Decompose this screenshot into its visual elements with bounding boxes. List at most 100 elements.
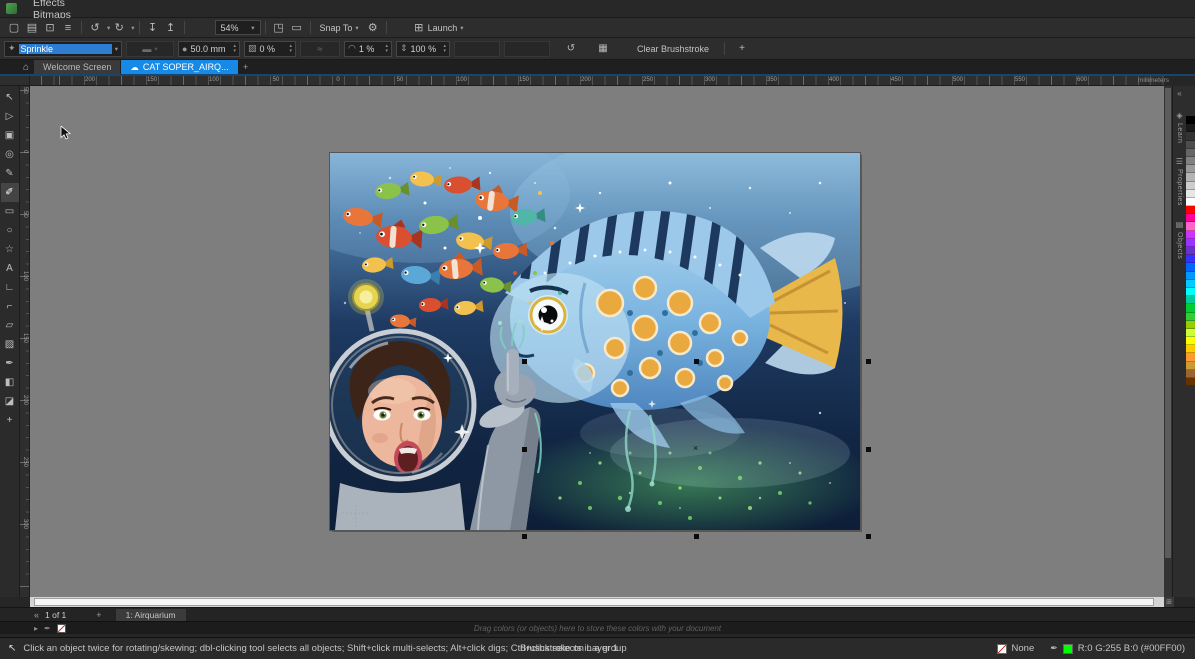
add-page-icon[interactable]: + bbox=[96, 610, 101, 620]
spinner[interactable]: ▴▾ bbox=[443, 44, 446, 53]
selection-center-mark[interactable]: × bbox=[693, 444, 698, 453]
zoom-level-combo[interactable]: 54% ▾ bbox=[215, 20, 261, 35]
palette-swatch[interactable] bbox=[1186, 263, 1195, 271]
transparency-field[interactable]: ▨ 0 % ▴▾ bbox=[244, 41, 296, 57]
tab-active-document[interactable]: ☁ CAT SOPER_AIRQ... bbox=[121, 60, 237, 74]
palette-swatch[interactable] bbox=[1186, 132, 1195, 140]
palette-swatch[interactable] bbox=[1186, 304, 1195, 312]
ruler-origin[interactable] bbox=[0, 76, 30, 86]
palette-swatch[interactable] bbox=[1186, 296, 1195, 304]
redo-caret-icon[interactable]: ▾ bbox=[131, 24, 134, 32]
outline-indicator[interactable]: ✒ R:0 G:255 B:0 (#00FF00) bbox=[1050, 643, 1185, 654]
spin-down-icon[interactable]: ▾ bbox=[289, 49, 292, 54]
airquarium-artwork[interactable] bbox=[330, 153, 860, 530]
palette-swatch[interactable] bbox=[1186, 149, 1195, 157]
brush-preset-combo[interactable]: ✦ Sprinkle ▾ bbox=[4, 41, 122, 57]
pan-view-icon[interactable]: ◳ bbox=[270, 20, 288, 36]
spin-down-icon[interactable]: ▾ bbox=[443, 49, 446, 54]
page-tab-airquarium[interactable]: 1: Airquarium bbox=[116, 609, 186, 621]
palette-swatch[interactable] bbox=[1186, 321, 1195, 329]
docker-tab-properties[interactable]: ☰ Properties bbox=[1176, 150, 1183, 213]
vertical-ruler[interactable]: 50050100150200250300 bbox=[20, 86, 30, 607]
selection-handle-top-left[interactable] bbox=[522, 359, 527, 364]
export-icon[interactable]: ↥ bbox=[162, 20, 180, 36]
home-icon[interactable]: ⌂ bbox=[18, 60, 34, 74]
reset-values-icon[interactable]: ↺ bbox=[562, 41, 580, 57]
document-navigator-icon[interactable]: ⊞ bbox=[1164, 597, 1174, 607]
docker-tab-objects[interactable]: ▤ Objects bbox=[1176, 213, 1184, 266]
add-preset-button[interactable]: + bbox=[733, 41, 751, 57]
horizontal-scrollbar[interactable] bbox=[30, 597, 1164, 607]
palette-swatch[interactable] bbox=[1186, 329, 1195, 337]
interactive-fill-tool[interactable]: ◧ bbox=[1, 373, 19, 392]
horizontal-scrollbar-thumb[interactable] bbox=[34, 598, 1154, 606]
eyedropper-tool[interactable]: ✒ bbox=[1, 354, 19, 373]
spinner[interactable]: ▴▾ bbox=[385, 44, 388, 53]
palette-swatch[interactable] bbox=[1186, 313, 1195, 321]
scale-field[interactable]: ⇕ 100 % ▴▾ bbox=[396, 41, 450, 57]
text-tool[interactable]: A bbox=[1, 259, 19, 278]
selection-handle-bottom-right[interactable] bbox=[866, 534, 871, 539]
transparency-tool[interactable]: ▨ bbox=[1, 335, 19, 354]
freehand-tool[interactable]: ✎ bbox=[1, 164, 19, 183]
selection-handle-bottom-center[interactable] bbox=[694, 534, 699, 539]
palette-swatch[interactable] bbox=[1186, 173, 1195, 181]
spin-down-icon[interactable]: ▾ bbox=[233, 49, 236, 54]
pick-tool[interactable]: ↖ bbox=[1, 88, 19, 107]
options-gear-icon[interactable]: ⚙ bbox=[364, 20, 382, 36]
palette-swatch[interactable] bbox=[1186, 337, 1195, 345]
shadow-tool[interactable]: ▱ bbox=[1, 316, 19, 335]
mesh-fill-tool[interactable]: ◪ bbox=[1, 392, 19, 411]
launch-button[interactable]: ⊞ Launch ▾ bbox=[405, 20, 469, 36]
vertical-scrollbar[interactable] bbox=[1164, 86, 1172, 597]
docker-tab-learn[interactable]: ◈ Learn bbox=[1176, 104, 1183, 150]
selection-handle-bottom-left[interactable] bbox=[522, 534, 527, 539]
undo-icon[interactable]: ↺ bbox=[86, 20, 104, 36]
palette-swatch[interactable] bbox=[1186, 378, 1195, 386]
palette-swatch[interactable] bbox=[1186, 370, 1195, 378]
save-document-icon[interactable]: ⊡ bbox=[41, 20, 59, 36]
zoom-tool[interactable]: ◎ bbox=[1, 145, 19, 164]
palette-swatch[interactable] bbox=[1186, 157, 1195, 165]
snap-to-button[interactable]: Snap To ▾ bbox=[315, 20, 364, 36]
new-document-icon[interactable]: ▢ bbox=[5, 20, 23, 36]
menu-item[interactable]: Effects bbox=[25, 0, 79, 9]
artistic-media-tool[interactable]: ✐ bbox=[1, 183, 19, 202]
palette-swatch[interactable] bbox=[1186, 206, 1195, 214]
palette-swatch[interactable] bbox=[1186, 231, 1195, 239]
tab-welcome-screen[interactable]: Welcome Screen bbox=[34, 60, 120, 74]
spin-down-icon[interactable]: ▾ bbox=[385, 49, 388, 54]
palette-swatch[interactable] bbox=[1186, 165, 1195, 173]
connector-tool[interactable]: ⌐ bbox=[1, 297, 19, 316]
import-icon[interactable]: ↧ bbox=[144, 20, 162, 36]
collapse-dockers-icon[interactable]: « bbox=[1177, 89, 1181, 98]
first-page-icon[interactable]: « bbox=[34, 610, 39, 620]
redo-icon[interactable]: ↻ bbox=[110, 20, 128, 36]
nib-size-field[interactable]: ● 50.0 mm ▴▾ bbox=[178, 41, 240, 57]
spray-order-grid-icon[interactable]: ▦ bbox=[594, 41, 612, 57]
palette-swatch[interactable] bbox=[1186, 280, 1195, 288]
selection-handle-middle-right[interactable] bbox=[866, 447, 871, 452]
palette-swatch[interactable] bbox=[1186, 345, 1195, 353]
palette-swatch[interactable] bbox=[1186, 124, 1195, 132]
dimension-tool[interactable]: ∟ bbox=[1, 278, 19, 297]
drawing-canvas[interactable]: × bbox=[30, 86, 1164, 597]
ellipse-tool[interactable]: ○ bbox=[1, 221, 19, 240]
clear-brushstroke-button[interactable]: Clear Brushstroke bbox=[630, 41, 716, 57]
stroke-preview-dropdown[interactable]: ▬ ▾ bbox=[126, 41, 174, 57]
fill-indicator[interactable]: None bbox=[997, 643, 1035, 654]
palette-swatch[interactable] bbox=[1186, 198, 1195, 206]
palette-swatch[interactable] bbox=[1186, 247, 1195, 255]
palette-swatch[interactable] bbox=[1186, 255, 1195, 263]
palette-swatch[interactable] bbox=[1186, 222, 1195, 230]
palette-swatch[interactable] bbox=[1186, 362, 1195, 370]
fit-page-icon[interactable]: ▭ bbox=[288, 20, 306, 36]
open-document-icon[interactable]: ▤ bbox=[23, 20, 41, 36]
print-document-icon[interactable]: ≡ bbox=[59, 20, 77, 36]
palette-swatch[interactable] bbox=[1186, 141, 1195, 149]
rectangle-tool[interactable]: ▭ bbox=[1, 202, 19, 221]
dab-rate-field[interactable]: ◠ 1 % ▴▾ bbox=[344, 41, 392, 57]
shape-tool[interactable]: ▷ bbox=[1, 107, 19, 126]
more-tools[interactable]: + bbox=[1, 411, 19, 430]
vertical-scrollbar-thumb[interactable] bbox=[1165, 88, 1171, 558]
